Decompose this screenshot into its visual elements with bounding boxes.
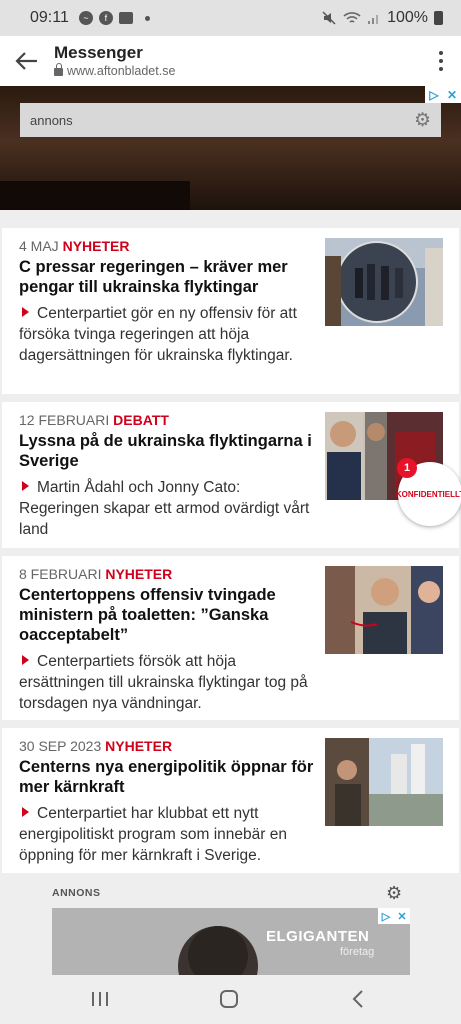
arrow-right-icon bbox=[22, 307, 29, 317]
article-thumbnail[interactable] bbox=[325, 238, 443, 326]
messenger-notification-icon: ~ bbox=[78, 11, 93, 25]
ad-brand: ELGIGANTEN bbox=[266, 928, 370, 945]
article-summary: Martin Ådahl och Jonny Cato: Regeringen … bbox=[19, 479, 310, 538]
more-notifications-icon bbox=[144, 15, 150, 21]
ad-brand-sub: företag bbox=[340, 946, 375, 958]
ad-label: annons bbox=[30, 112, 73, 128]
article-category: DEBATT bbox=[113, 412, 169, 428]
gear-icon[interactable]: ⚙ bbox=[386, 883, 402, 904]
article-meta: 4 MAJ NYHETER bbox=[19, 238, 130, 254]
article-meta: 30 SEP 2023 NYHETER bbox=[19, 738, 173, 754]
article-meta: 8 FEBRUARI NYHETER bbox=[19, 566, 173, 582]
article-card[interactable]: 4 MAJ NYHETER C pressar regeringen – krä… bbox=[2, 228, 459, 394]
page-title: Messenger bbox=[54, 43, 143, 62]
mute-icon bbox=[322, 11, 336, 25]
article-category: NYHETER bbox=[62, 238, 130, 254]
system-navigation-bar bbox=[0, 975, 461, 1024]
battery-text: 100% bbox=[387, 9, 428, 26]
facebook-notification-icon: f bbox=[98, 11, 113, 25]
battery-icon bbox=[434, 11, 443, 25]
adchoices-icon[interactable]: ▷ ✕ bbox=[425, 86, 461, 103]
article-category: NYHETER bbox=[105, 738, 173, 754]
article-summary: Centerpartiet gör en ny offensiv för att… bbox=[19, 305, 297, 364]
article-thumbnail[interactable] bbox=[325, 566, 443, 654]
arrow-right-icon bbox=[22, 807, 29, 817]
article-summary: Centerpartiet har klubbat ett nytt energ… bbox=[19, 805, 287, 864]
article-category: NYHETER bbox=[105, 566, 173, 582]
chevron-left-icon bbox=[352, 990, 363, 1008]
gallery-notification-icon bbox=[118, 12, 133, 24]
article-headline[interactable]: Centerns nya energipolitik öppnar för me… bbox=[19, 757, 319, 797]
article-headline[interactable]: C pressar regeringen – kräver mer pengar… bbox=[19, 257, 319, 297]
browser-toolbar: Messenger www.aftonbladet.se bbox=[0, 36, 461, 86]
ad-banner-top[interactable]: ▷ ✕ annons ⚙ bbox=[0, 86, 461, 210]
back-button[interactable] bbox=[0, 51, 54, 71]
back-nav-button[interactable] bbox=[346, 987, 370, 1011]
status-time: 09:11 bbox=[30, 9, 69, 26]
arrow-right-icon bbox=[22, 655, 29, 665]
ad-label: ANNONS bbox=[52, 887, 101, 899]
page-url: www.aftonbladet.se bbox=[67, 64, 176, 78]
recent-apps-icon bbox=[92, 992, 108, 1006]
notification-count-badge: 1 bbox=[397, 458, 417, 478]
article-card[interactable]: 8 FEBRUARI NYHETER Centertoppens offensi… bbox=[2, 556, 459, 720]
gear-icon[interactable]: ⚙ bbox=[414, 109, 431, 132]
article-summary: Centerpartiets försök att höja ersättnin… bbox=[19, 653, 308, 712]
article-thumbnail[interactable] bbox=[325, 738, 443, 826]
article-headline[interactable]: Lyssna på de ukrainska flyktingarna i Sv… bbox=[19, 431, 319, 471]
ad-image[interactable]: ELGIGANTEN företag ▷ ✕ bbox=[52, 908, 410, 975]
home-icon bbox=[220, 990, 238, 1008]
more-options-button[interactable] bbox=[421, 51, 461, 71]
article-card[interactable]: 12 FEBRUARI DEBATT Lyssna på de ukrainsk… bbox=[2, 402, 459, 548]
arrow-right-icon bbox=[22, 481, 29, 491]
lock-icon bbox=[54, 63, 63, 76]
status-bar: 09:11 ~ f 100% bbox=[0, 0, 461, 36]
recent-apps-button[interactable] bbox=[88, 987, 112, 1011]
article-meta: 12 FEBRUARI DEBATT bbox=[19, 412, 169, 428]
wifi-icon bbox=[343, 12, 361, 23]
ad-banner-bottom: ANNONS ⚙ ELGIGANTEN företag ▷ ✕ bbox=[0, 875, 461, 975]
home-button[interactable] bbox=[217, 987, 241, 1011]
article-card[interactable]: 30 SEP 2023 NYHETER Centerns nya energip… bbox=[2, 728, 459, 873]
ad-label-bar: annons ⚙ bbox=[20, 103, 441, 137]
article-headline[interactable]: Centertoppens offensiv tvingade minister… bbox=[19, 585, 319, 645]
back-arrow-icon bbox=[15, 52, 37, 70]
adchoices-icon[interactable]: ▷ ✕ bbox=[378, 908, 410, 924]
signal-icon bbox=[368, 15, 379, 24]
